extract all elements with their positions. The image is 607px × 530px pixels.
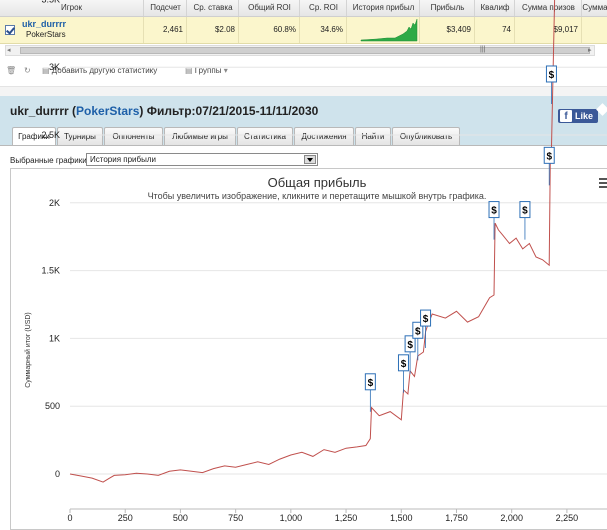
x-tick-label: 2,000 (500, 513, 523, 522)
y-tick-label: 3.5K (41, 0, 60, 4)
dollar-flag-marker: $ (519, 201, 531, 240)
dollar-flag-marker: $ (543, 146, 555, 186)
y-tick-label: 0 (55, 469, 60, 479)
x-tick-label: 500 (173, 513, 188, 522)
marker-label: $ (368, 378, 374, 389)
y-tick-label: 500 (45, 401, 60, 411)
dollar-flag-marker: $ (488, 201, 500, 240)
x-tick-label: 1,500 (390, 513, 413, 522)
marker-label: $ (546, 151, 552, 162)
marker-label: $ (415, 326, 421, 337)
x-tick-label: 1,750 (445, 513, 468, 522)
x-tick-label: 250 (118, 513, 133, 522)
y-axis-label: Суммарный итог (USD) (24, 312, 32, 388)
marker-label: $ (549, 70, 555, 81)
y-tick-label: 1.5K (41, 266, 60, 276)
x-tick-label: 2,250 (556, 513, 579, 522)
y-tick-label: 2K (49, 198, 60, 208)
marker-label: $ (491, 206, 497, 217)
x-tick-label: 1,250 (335, 513, 358, 522)
marker-label: $ (522, 206, 528, 217)
y-tick-label: 2.5K (41, 130, 60, 140)
y-tick-label: 3K (49, 62, 60, 72)
dollar-flag-marker: $ (545, 65, 557, 104)
marker-label: $ (423, 314, 429, 325)
x-tick-label: 750 (228, 513, 243, 522)
series-line (69, 0, 556, 483)
marker-label: $ (401, 359, 407, 370)
x-tick-label: 0 (67, 513, 72, 522)
marker-label: $ (407, 340, 413, 351)
profit-chart[interactable]: 05001K1.5K2K2.5K3K3.5K4K 02505007501,000… (0, 0, 607, 522)
y-tick-label: 1K (49, 333, 60, 343)
x-tick-label: 1,000 (280, 513, 303, 522)
dollar-flag-marker: $ (397, 354, 409, 393)
